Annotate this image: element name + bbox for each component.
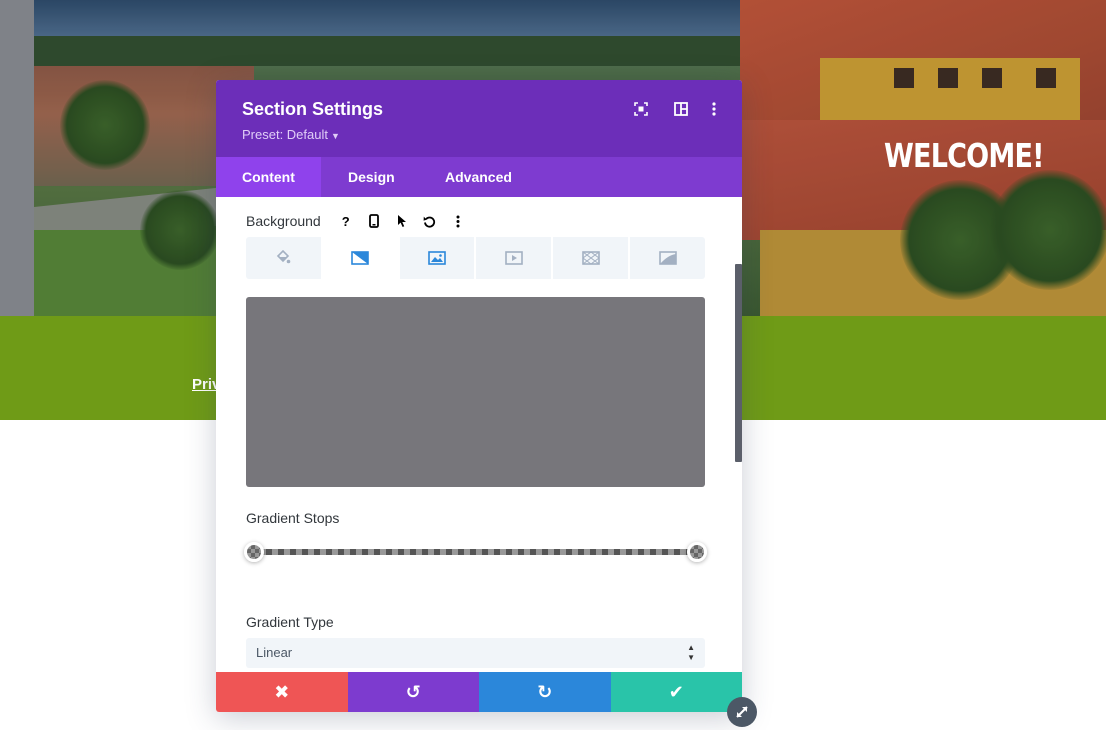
video-icon[interactable] <box>476 237 554 279</box>
expand-icon[interactable] <box>632 100 650 118</box>
section-settings-modal: Section Settings Preset: Default ▼ Conten… <box>216 80 742 712</box>
hover-cursor-icon[interactable] <box>391 210 413 232</box>
preset-label: Preset: Default <box>242 127 328 142</box>
gradient-type-label: Gradient Type <box>246 614 334 630</box>
modal-footer: ✖ ↺ ↻ ✔ <box>216 672 742 712</box>
background-option-row: Background ? <box>246 211 469 231</box>
close-icon: ✖ <box>274 681 290 702</box>
hero-headline: WELCOME! <box>884 136 1044 175</box>
settings-tabs: Content Design Advanced <box>216 157 742 197</box>
checkmark-icon: ✔ <box>668 681 684 702</box>
preset-selector[interactable]: Preset: Default ▼ <box>242 127 340 142</box>
select-arrows-icon: ▲ ▼ <box>687 643 695 662</box>
mobile-icon[interactable] <box>363 210 385 232</box>
settings-body: Background ? Gradient Stops Gradient Typ… <box>216 197 742 672</box>
page: WELCOME! Priv Section Settings Preset: D… <box>0 0 1106 730</box>
gradient-preview <box>246 297 705 487</box>
gradient-icon[interactable] <box>322 237 400 279</box>
gradient-type-value: Linear <box>256 645 293 660</box>
gradient-type-select[interactable]: Linear ▲ ▼ <box>246 638 705 668</box>
resize-icon[interactable] <box>727 697 757 727</box>
gradient-stops-label: Gradient Stops <box>246 510 340 526</box>
pattern-icon[interactable] <box>553 237 631 279</box>
image-icon[interactable] <box>400 237 477 279</box>
tab-advanced[interactable]: Advanced <box>419 157 538 197</box>
modal-title: Section Settings <box>242 99 384 119</box>
more-options-icon[interactable] <box>705 100 723 118</box>
tab-content[interactable]: Content <box>216 157 321 197</box>
mask-icon[interactable] <box>630 237 705 279</box>
reset-icon[interactable] <box>419 210 441 232</box>
gradient-stop-end[interactable] <box>687 542 707 562</box>
split-view-icon[interactable] <box>672 100 690 118</box>
caret-down-icon: ▼ <box>331 131 340 141</box>
save-button[interactable]: ✔ <box>610 672 742 712</box>
help-icon[interactable]: ? <box>335 210 357 232</box>
cancel-button[interactable]: ✖ <box>216 672 348 712</box>
undo-icon: ↺ <box>405 681 421 702</box>
redo-icon: ↻ <box>537 681 553 702</box>
redo-button[interactable]: ↻ <box>479 672 611 712</box>
background-type-tabs <box>246 237 705 279</box>
more-options-icon[interactable] <box>447 210 469 232</box>
modal-header: Section Settings Preset: Default ▼ <box>216 80 742 157</box>
undo-button[interactable]: ↺ <box>347 672 479 712</box>
modal-scrollbar[interactable] <box>735 264 742 462</box>
background-label: Background <box>246 213 321 229</box>
color-icon[interactable] <box>246 237 323 279</box>
tab-design[interactable]: Design <box>322 157 421 197</box>
gradient-stop-start[interactable] <box>244 542 264 562</box>
gradient-stops-track[interactable] <box>254 549 697 555</box>
